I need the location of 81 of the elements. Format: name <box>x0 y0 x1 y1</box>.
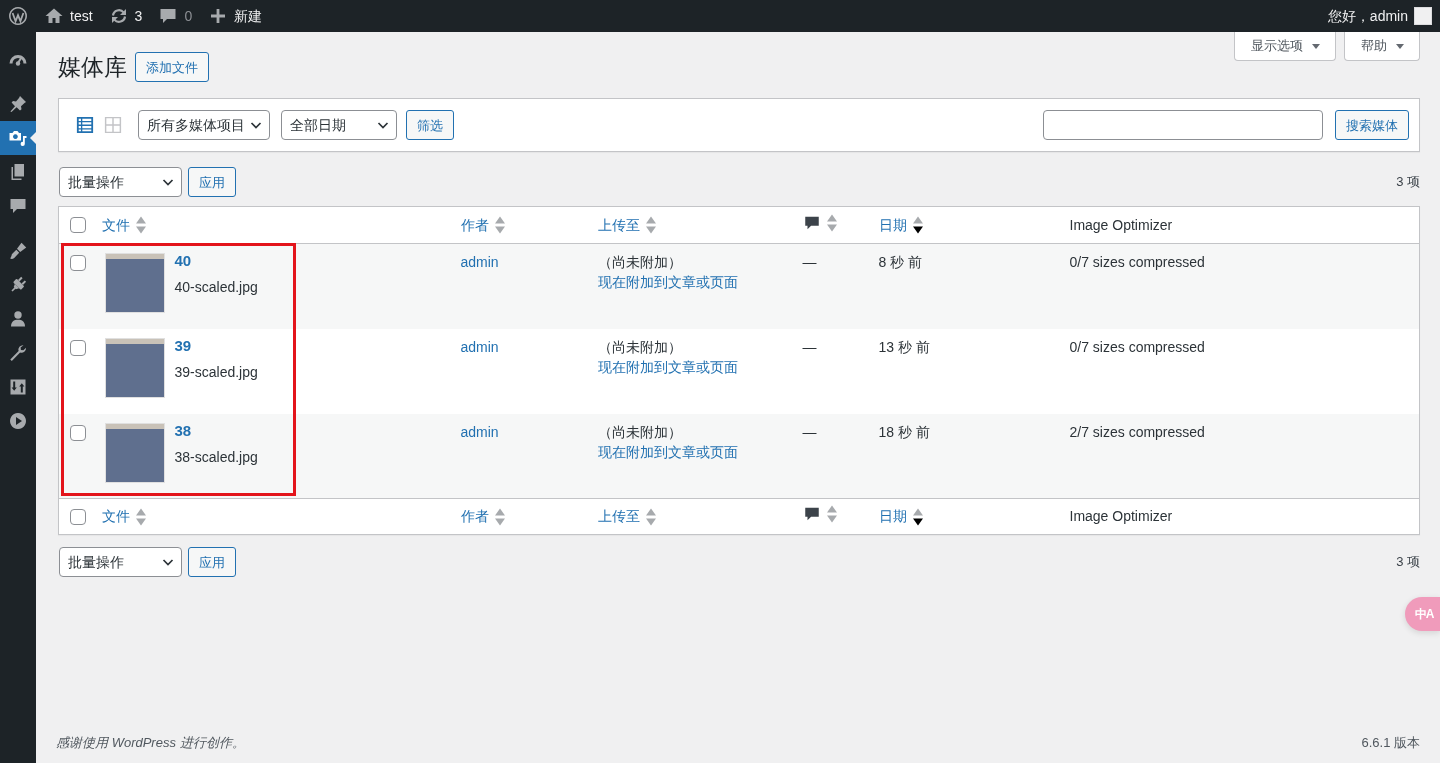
attach-link[interactable]: 现在附加到文章或页面 <box>597 443 738 460</box>
attach-link[interactable]: 现在附加到文章或页面 <box>597 358 738 375</box>
optimizer-status: 0/7 sizes compressed <box>1069 338 1205 355</box>
comments-column-sort[interactable] <box>802 212 837 233</box>
play-icon <box>8 411 28 431</box>
updates-link[interactable]: 3 <box>100 0 151 32</box>
column-header-link[interactable]: 日期 <box>878 506 923 527</box>
up-down-arrows-icon <box>8 377 28 397</box>
upload-date: 18 秒 前 <box>878 423 930 440</box>
speech-bubble-icon <box>8 196 28 216</box>
photo-placeholder[interactable] <box>104 337 165 398</box>
attachment-status: （尚未附加） <box>597 253 683 272</box>
row-checkbox[interactable] <box>70 255 86 271</box>
pushpin-icon <box>8 94 28 114</box>
page-title: 媒体库 <box>58 52 127 82</box>
file-title-link[interactable]: 39 <box>174 335 258 356</box>
attach-link[interactable]: 现在附加到文章或页面 <box>597 274 738 290</box>
file-name: 39-scaled.jpg <box>174 362 258 382</box>
author-link[interactable]: admin <box>460 254 499 270</box>
column-header-link[interactable]: 文件 <box>101 506 146 527</box>
paintbrush-icon <box>8 241 28 261</box>
date-select[interactable]: 全部日期 <box>281 110 397 140</box>
author-link[interactable]: admin <box>460 338 499 355</box>
file-name: 40-scaled.jpg <box>174 278 258 297</box>
item-count: 3 项 <box>1396 553 1420 572</box>
account-greeting[interactable]: 您好，admin <box>1327 5 1408 27</box>
bulk-actions-select[interactable]: 批量操作 <box>59 167 182 197</box>
camera-note-icon <box>8 128 28 148</box>
upload-date: 13 秒 前 <box>878 338 930 355</box>
attachment-status: （尚未附加） <box>597 337 683 357</box>
file-title-link[interactable]: 38 <box>174 420 258 441</box>
comments-column-sort[interactable] <box>802 504 837 524</box>
plug-icon <box>8 275 28 295</box>
column-header-link[interactable]: 作者 <box>460 506 505 527</box>
apply-button[interactable]: 应用 <box>188 167 236 197</box>
file-title-link[interactable]: 40 <box>174 251 258 271</box>
row-checkbox[interactable] <box>70 339 86 356</box>
site-name-link[interactable]: test <box>36 0 101 32</box>
column-header: Image Optimizer <box>1069 508 1173 524</box>
optimizer-status: 2/7 sizes compressed <box>1069 423 1205 440</box>
site-logo-icon[interactable] <box>8 6 28 26</box>
item-count: 3 项 <box>1396 173 1420 192</box>
photo-placeholder[interactable] <box>104 422 165 483</box>
search-field[interactable] <box>1043 110 1323 140</box>
attachment-status: （尚未附加） <box>597 422 683 442</box>
column-header-link[interactable]: 上传至 <box>597 506 656 527</box>
optimizer-status: 0/7 sizes compressed <box>1069 254 1205 270</box>
footer-thanks: 感谢使用 WordPress 进行创作。 <box>56 734 245 752</box>
select-all-checkbox[interactable] <box>70 508 86 525</box>
row-checkbox[interactable] <box>70 424 86 441</box>
home-icon <box>44 6 64 26</box>
list-view-icon[interactable] <box>76 116 94 134</box>
wrench-icon <box>8 343 28 363</box>
new-content-link[interactable]: 新建 <box>200 0 271 32</box>
column-header-link[interactable]: 文件 <box>101 214 146 236</box>
file-name: 38-scaled.jpg <box>174 447 258 467</box>
person-icon <box>8 309 28 329</box>
media-type-select[interactable]: 所有多媒体项目 <box>138 110 270 140</box>
column-header-link[interactable]: 作者 <box>460 214 505 236</box>
screen-meta-toggle[interactable]: 显示选项 <box>1234 32 1336 61</box>
comment-count: — <box>802 423 817 440</box>
column-header-link[interactable]: 日期 <box>878 214 923 236</box>
wordpress-link[interactable]: WordPress <box>111 735 176 750</box>
search-button[interactable]: 搜索媒体 <box>1335 110 1409 140</box>
column-header-link[interactable]: 上传至 <box>597 214 656 236</box>
comment-count: — <box>802 338 817 355</box>
author-link[interactable]: admin <box>460 423 499 440</box>
screen-meta-toggle[interactable]: 帮助 <box>1344 32 1420 61</box>
speech-bubble-icon <box>158 6 179 26</box>
bulk-actions-select[interactable]: 批量操作 <box>59 547 182 577</box>
comments-link[interactable]: 0 <box>150 0 201 32</box>
photo-placeholder[interactable] <box>104 253 165 313</box>
menu-item[interactable] <box>0 121 36 155</box>
comment-count: — <box>802 254 817 270</box>
select-all-checkbox[interactable] <box>70 217 86 233</box>
filter-button[interactable]: 筛选 <box>406 110 454 140</box>
apply-button[interactable]: 应用 <box>188 547 236 577</box>
column-header: Image Optimizer <box>1069 216 1173 233</box>
upload-date: 8 秒 前 <box>878 254 923 270</box>
add-file-button[interactable]: 添加文件 <box>135 52 209 82</box>
version-text: 6.6.1 版本 <box>1361 734 1420 752</box>
